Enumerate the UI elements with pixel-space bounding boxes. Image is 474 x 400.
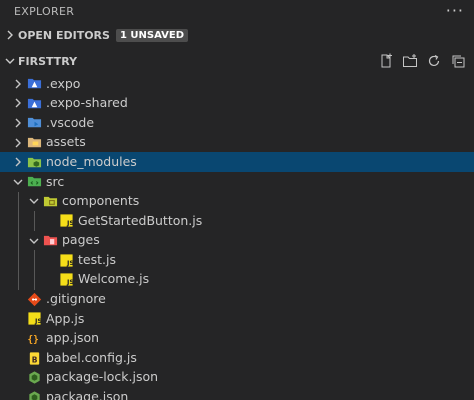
tree-file-row[interactable]: Bbabel.config.js <box>0 348 474 368</box>
tree-folder-row[interactable]: .expo-shared <box>0 94 474 114</box>
refresh-icon[interactable] <box>426 53 442 69</box>
svg-text:JS: JS <box>65 259 73 267</box>
expo-folder-icon <box>26 76 42 92</box>
workspace-folder-header[interactable]: FIRSTTRY <box>0 48 474 74</box>
svg-text:B: B <box>31 355 37 364</box>
chevron-right-icon <box>10 138 26 148</box>
collapse-all-icon[interactable] <box>450 53 466 69</box>
tree-item-label: .gitignore <box>46 291 106 307</box>
tree-item-label: app.json <box>46 330 100 346</box>
tree-file-row[interactable]: .gitignore <box>0 290 474 310</box>
chevron-down-icon <box>2 56 18 66</box>
open-editors-label: OPEN EDITORS <box>18 28 110 42</box>
tree-file-row[interactable]: package.json <box>0 388 474 400</box>
tree-file-row[interactable]: JS GetStartedButton.js <box>0 211 474 231</box>
svg-text:JS: JS <box>33 318 41 326</box>
pages-folder-icon <box>42 233 58 249</box>
assets-folder-icon <box>26 135 42 151</box>
indent-guide <box>18 192 19 290</box>
new-folder-icon[interactable] <box>402 53 418 69</box>
tree-file-row[interactable]: package-lock.json <box>0 368 474 388</box>
json-file-icon: {} <box>26 331 42 347</box>
chevron-right-icon <box>10 98 26 108</box>
tree-file-row[interactable]: {} app.json <box>0 329 474 349</box>
new-file-icon[interactable] <box>378 53 394 69</box>
indent-guide <box>34 211 35 231</box>
tree-item-label: package-lock.json <box>46 369 159 385</box>
explorer-title-bar: EXPLORER ··· <box>0 0 474 22</box>
file-tree: .expo .expo-shared .vscode assets node_modul… <box>0 74 474 400</box>
tree-item-label: .expo-shared <box>46 95 128 111</box>
explorer-panel: EXPLORER ··· OPEN EDITORS 1 UNSAVED FIRS… <box>0 0 474 400</box>
open-editors-header[interactable]: OPEN EDITORS 1 UNSAVED <box>0 22 474 48</box>
workspace-folder-name: FIRSTTRY <box>18 54 78 68</box>
chevron-down-icon <box>10 177 26 187</box>
js-file-icon: JS <box>26 311 42 327</box>
more-actions-icon[interactable]: ··· <box>446 3 464 19</box>
tree-file-row[interactable]: JS test.js <box>0 250 474 270</box>
indent-guide <box>34 250 35 290</box>
explorer-actions <box>378 48 466 74</box>
tree-folder-row[interactable]: src <box>0 172 474 192</box>
npm-file-icon <box>26 389 42 400</box>
chevron-down-icon <box>26 236 42 246</box>
src-folder-icon <box>26 174 42 190</box>
chevron-right-icon <box>2 30 18 40</box>
babel-file-icon: B <box>26 350 42 366</box>
tree-folder-row[interactable]: pages <box>0 231 474 251</box>
svg-text:{}: {} <box>27 334 38 345</box>
tree-item-label: node_modules <box>46 153 137 169</box>
tree-file-row[interactable]: JS Welcome.js <box>0 270 474 290</box>
tree-item-label: GetStartedButton.js <box>78 212 203 228</box>
js-file-icon: JS <box>58 272 74 288</box>
unsaved-badge: 1 UNSAVED <box>115 28 189 42</box>
svg-text:JS: JS <box>65 278 73 286</box>
svg-text:JS: JS <box>65 220 73 228</box>
chevron-down-icon <box>26 196 42 206</box>
tree-item-label: src <box>46 173 65 189</box>
tree-item-label: babel.config.js <box>46 349 137 365</box>
explorer-title: EXPLORER <box>14 4 75 18</box>
tree-item-label: package.json <box>46 389 129 400</box>
node-modules-folder-icon <box>26 154 42 170</box>
chevron-right-icon <box>10 118 26 128</box>
js-file-icon: JS <box>58 252 74 268</box>
tree-folder-row[interactable]: node_modules <box>0 152 474 172</box>
tree-item-label: .expo <box>46 75 81 91</box>
npm-file-icon <box>26 370 42 386</box>
tree-file-row[interactable]: JS App.js <box>0 309 474 329</box>
tree-folder-row[interactable]: assets <box>0 133 474 153</box>
tree-folder-row[interactable]: .expo <box>0 74 474 94</box>
components-folder-icon <box>42 193 58 209</box>
vscode-folder-icon <box>26 115 42 131</box>
tree-item-label: test.js <box>78 251 116 267</box>
tree-item-label: Welcome.js <box>78 271 150 287</box>
expo-folder-icon <box>26 95 42 111</box>
chevron-right-icon <box>10 79 26 89</box>
tree-item-label: assets <box>46 134 86 150</box>
chevron-right-icon <box>10 157 26 167</box>
js-file-icon: JS <box>58 213 74 229</box>
tree-item-label: components <box>62 193 140 209</box>
tree-item-label: pages <box>62 232 100 248</box>
tree-folder-row[interactable]: components <box>0 192 474 212</box>
tree-folder-row[interactable]: .vscode <box>0 113 474 133</box>
tree-item-label: .vscode <box>46 114 95 130</box>
git-file-icon <box>26 291 42 307</box>
tree-item-label: App.js <box>46 310 85 326</box>
